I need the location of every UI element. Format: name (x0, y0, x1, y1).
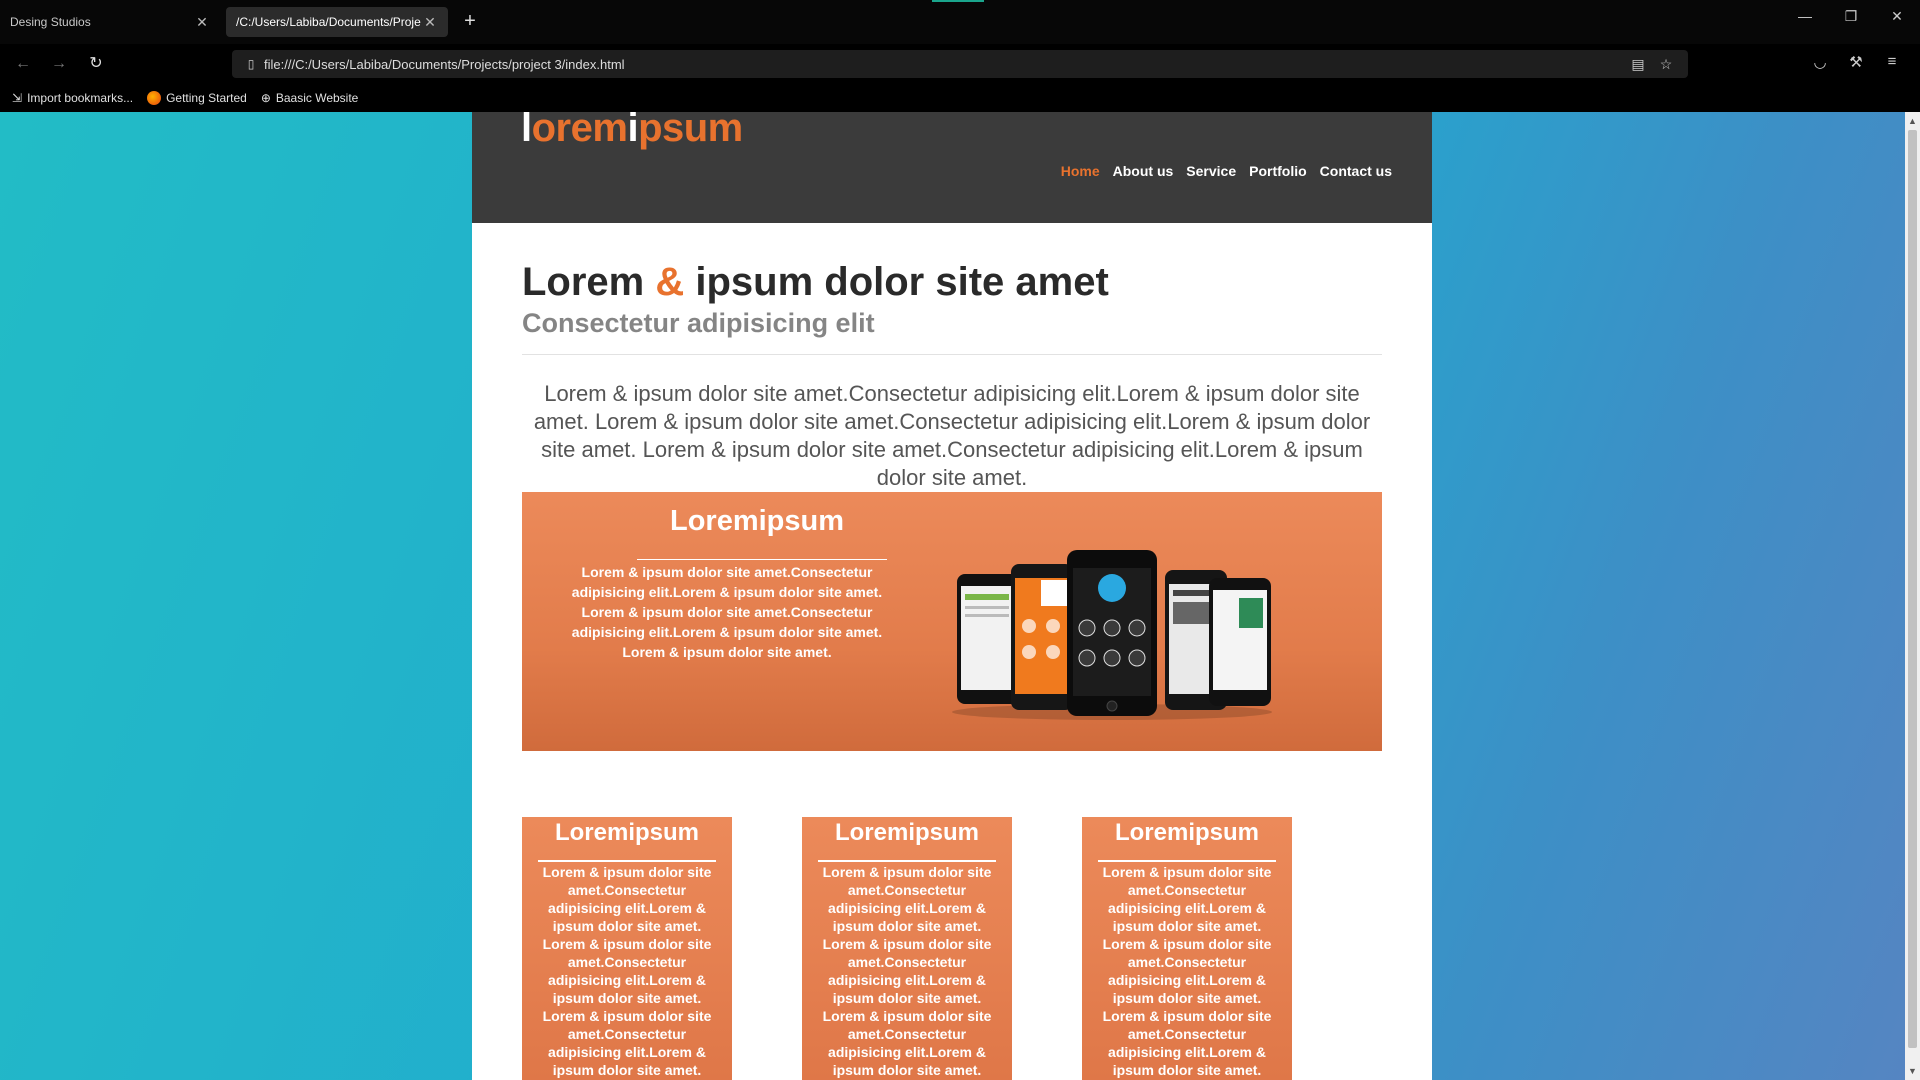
back-arrow-icon[interactable]: ← (12, 53, 34, 75)
hero-title-part: ipsum dolor site amet (684, 260, 1109, 304)
globe-icon: ⊕ (260, 91, 271, 105)
url-text[interactable]: file:///C:/Users/Labiba/Documents/Projec… (264, 57, 1624, 72)
nav-contact-us[interactable]: Contact us (1320, 163, 1392, 179)
tab-strip-accent (932, 0, 984, 2)
hero-title-ampersand: & (655, 260, 685, 304)
box-text: Lorem & ipsum dolor site amet.Consectetu… (542, 864, 712, 1078)
nav-about-us[interactable]: About us (1113, 163, 1174, 179)
logo-part: l (521, 112, 532, 150)
site-nav: Home About us Service Portfolio Contact … (1048, 163, 1392, 179)
scrollbar-thumb[interactable] (1908, 130, 1917, 1048)
logo-part: orem (531, 112, 628, 150)
logo-part: psum (638, 112, 743, 150)
close-tab-icon[interactable]: ✕ (194, 14, 210, 31)
feature-banner: Loremipsum Lorem & ipsum dolor site amet… (522, 492, 1382, 751)
box-divider (818, 860, 996, 862)
box-title: Loremipsum (834, 819, 980, 846)
address-bar[interactable]: ▯ file:///C:/Users/Labiba/Documents/Proj… (232, 50, 1688, 78)
page-scrollbar[interactable]: ▲ ▼ (1905, 112, 1920, 1080)
minimize-icon[interactable]: — (1782, 8, 1828, 25)
banner-divider (637, 559, 887, 560)
tools-wrench-icon[interactable]: ⚒ (1838, 53, 1874, 71)
site-container: loremipsum Home About us Service Portfol… (472, 112, 1432, 1080)
bookmark-baasic-website[interactable]: ⊕ Baasic Website (261, 91, 359, 105)
bookmark-label: Import bookmarks... (27, 91, 134, 105)
box-title: Loremipsum (1114, 819, 1260, 846)
nav-toolbar: ← → ↻ ▯ file:///C:/Users/Labiba/Document… (0, 44, 1920, 84)
hero-title-part: Lorem (522, 260, 656, 304)
smartphones-image (952, 550, 1272, 720)
restore-icon[interactable]: ❐ (1828, 8, 1874, 25)
box-title: Loremipsum (554, 819, 700, 846)
bookmarks-toolbar: ⇲ Import bookmarks... Getting Started ⊕ … (0, 84, 1920, 112)
bookmark-star-icon[interactable]: ☆ (1652, 56, 1680, 73)
page-icon: ▯ (247, 57, 255, 71)
scroll-down-arrow-icon[interactable]: ▼ (1905, 1064, 1920, 1078)
feature-box-1: Loremipsum Lorem & ipsum dolor site amet… (522, 817, 732, 1080)
page-viewport: loremipsum Home About us Service Portfol… (0, 112, 1905, 1080)
box-text: Lorem & ipsum dolor site amet.Consectetu… (1102, 864, 1272, 1078)
banner-title: Loremipsum (669, 505, 845, 537)
tab-title: Desing Studios (10, 15, 91, 29)
bookmark-import[interactable]: ⇲ Import bookmarks... (12, 91, 133, 105)
site-logo[interactable]: loremipsum (521, 112, 743, 151)
tab-index-html[interactable]: /C:/Users/Labiba/Documents/Proje ✕ (226, 7, 448, 37)
forward-arrow-icon[interactable]: → (48, 53, 70, 75)
banner-text: Lorem & ipsum dolor site amet.Consectetu… (571, 564, 883, 660)
nav-portfolio[interactable]: Portfolio (1249, 163, 1307, 179)
scroll-up-arrow-icon[interactable]: ▲ (1905, 114, 1920, 128)
reader-view-icon[interactable]: ▤ (1624, 56, 1652, 73)
hero-subtitle: Consectetur adipisicing elit (522, 308, 875, 338)
nav-home[interactable]: Home (1061, 163, 1100, 179)
close-tab-icon[interactable]: ✕ (422, 14, 438, 31)
logo-part: i (627, 112, 639, 150)
feature-box-2: Loremipsum Lorem & ipsum dolor site amet… (802, 817, 1012, 1080)
nav-service[interactable]: Service (1186, 163, 1236, 179)
menu-hamburger-icon[interactable]: ≡ (1874, 53, 1910, 71)
feature-box-3: Loremipsum Lorem & ipsum dolor site amet… (1082, 817, 1292, 1080)
window-controls: — ❐ ✕ (1782, 8, 1920, 25)
bookmark-label: Getting Started (166, 91, 247, 105)
box-text: Lorem & ipsum dolor site amet.Consectetu… (822, 864, 992, 1078)
bookmark-label: Baasic Website (275, 91, 359, 105)
tab-desing-studios[interactable]: Desing Studios ✕ (0, 7, 220, 37)
tab-bar: Desing Studios ✕ /C:/Users/Labiba/Docume… (0, 0, 1920, 44)
firefox-icon (147, 91, 162, 105)
import-icon: ⇲ (12, 91, 23, 105)
box-divider (1098, 860, 1276, 862)
intro-paragraph: Lorem & ipsum dolor site amet.Consectetu… (533, 381, 1371, 490)
reload-icon[interactable]: ↻ (85, 53, 107, 75)
bookmark-getting-started[interactable]: Getting Started (147, 91, 247, 105)
close-window-icon[interactable]: ✕ (1874, 8, 1920, 25)
hero-title: Lorem & ipsum dolor site amet (522, 260, 1109, 305)
pocket-icon[interactable]: ◡ (1802, 53, 1838, 71)
divider (522, 354, 1382, 355)
box-divider (538, 860, 716, 862)
new-tab-plus-icon[interactable]: + (460, 11, 480, 33)
site-header: loremipsum Home About us Service Portfol… (472, 112, 1432, 223)
tab-title: /C:/Users/Labiba/Documents/Proje (236, 15, 421, 29)
